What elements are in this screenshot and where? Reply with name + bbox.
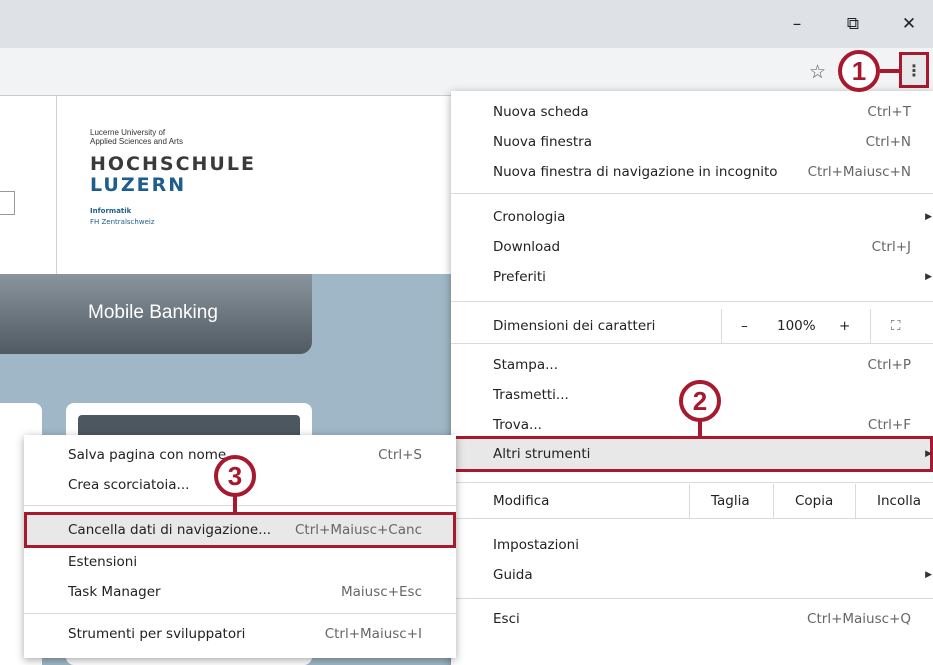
browser-toolbar: ☆ <box>0 48 933 96</box>
menu-item-label: Nuova finestra <box>493 134 592 150</box>
mobile-banking-label: Mobile Banking <box>88 302 218 323</box>
minimize-icon[interactable]: – <box>774 0 820 48</box>
logo-dept: Informatik <box>90 207 132 215</box>
submenu-item-clear-browsing-data[interactable]: Cancella dati di navigazione... Ctrl+Mai… <box>24 515 456 545</box>
menu-item-label: Download <box>493 239 561 255</box>
menu-item-shortcut: Ctrl+T <box>867 104 911 120</box>
menu-item-label: Preferiti <box>493 269 546 285</box>
menu-item-label: Altri strumenti <box>493 446 591 462</box>
menu-item-label: Guida <box>493 567 533 583</box>
edit-divider <box>855 484 856 518</box>
menu-item-label: Modifica <box>493 493 550 509</box>
submenu-item-task-manager[interactable]: Task Manager Maiusc+Esc <box>24 577 456 607</box>
cut-button[interactable]: Taglia <box>711 493 750 509</box>
menu-separator <box>24 505 456 506</box>
menu-item-label: Nuova scheda <box>493 104 589 120</box>
menu-item-label: Cronologia <box>493 209 566 225</box>
zoom-divider <box>721 309 722 343</box>
menu-item-shortcut: Ctrl+S <box>378 447 422 463</box>
menu-separator <box>24 613 456 614</box>
menu-separator <box>451 301 933 302</box>
callout-one: 1 <box>838 50 880 92</box>
menu-separator <box>451 343 933 344</box>
menu-item-label: Salva pagina con nome... <box>68 447 240 463</box>
menu-item-label: Dimensioni dei caratteri <box>493 318 656 334</box>
menu-item-shortcut: Ctrl+Maiusc+N <box>807 164 911 180</box>
edit-divider <box>689 484 690 518</box>
submenu-item-dev-tools[interactable]: Strumenti per sviluppatori Ctrl+Maiusc+I <box>24 619 456 649</box>
chrome-menu-button[interactable]: ⋮ <box>899 52 929 88</box>
menu-separator <box>451 482 933 483</box>
fullscreen-icon[interactable]: ⛶ <box>891 318 900 334</box>
menu-item-shortcut: Ctrl+N <box>865 134 911 150</box>
copy-button[interactable]: Copia <box>795 493 833 509</box>
paste-button[interactable]: Incolla <box>877 493 921 509</box>
menu-item-shortcut: Ctrl+Maiusc+Canc <box>294 522 422 538</box>
menu-item-label: Cancella dati di navigazione... <box>68 522 272 538</box>
logo-title-blue: LUZERN <box>90 174 187 196</box>
menu-item-downloads[interactable]: Download Ctrl+J <box>451 232 933 262</box>
restore-icon[interactable]: ⧉ <box>830 0 876 48</box>
menu-item-shortcut: Ctrl+F <box>867 417 911 433</box>
menu-item-zoom: Dimensioni dei caratteri – 100% + ⛶ <box>451 309 933 343</box>
callout-three: 3 <box>214 455 256 497</box>
zoom-in-button[interactable]: + <box>839 318 850 334</box>
header-divider <box>56 96 57 274</box>
zoom-value: 100% <box>777 318 816 334</box>
bookmark-star-icon[interactable]: ☆ <box>809 61 826 83</box>
menu-item-shortcut: Ctrl+P <box>867 357 911 373</box>
zoom-divider <box>870 309 871 343</box>
menu-item-more-tools[interactable]: Altri strumenti ▶ <box>451 439 933 469</box>
menu-item-shortcut: Ctrl+J <box>871 239 911 255</box>
menu-separator <box>451 193 933 194</box>
zoom-out-button[interactable]: – <box>741 318 748 334</box>
menu-item-help[interactable]: Guida ▶ <box>451 560 933 590</box>
callout-connector <box>880 69 900 73</box>
menu-item-edit: Modifica Taglia Copia Incolla <box>451 484 933 518</box>
menu-item-label: Strumenti per sviluppatori <box>68 626 246 642</box>
logo-title: HOCHSCHULE <box>90 153 256 175</box>
logo-line: Lucerne University of <box>90 128 166 137</box>
menu-item-print[interactable]: Stampa... Ctrl+P <box>451 350 933 380</box>
menu-item-label: Impostazioni <box>493 537 579 553</box>
menu-separator <box>451 518 933 519</box>
edit-divider <box>773 484 774 518</box>
menu-item-history[interactable]: Cronologia ▶ <box>451 202 933 232</box>
submenu-arrow-icon: ▶ <box>925 449 932 459</box>
submenu-arrow-icon: ▶ <box>925 570 932 580</box>
menu-item-label: Trasmetti... <box>493 387 569 403</box>
submenu-arrow-icon: ▶ <box>925 212 932 222</box>
menu-item-settings[interactable]: Impostazioni <box>451 530 933 560</box>
mobile-banking-button[interactable]: Mobile Banking <box>0 274 312 354</box>
menu-item-label: Esci <box>493 611 520 627</box>
menu-item-label: Nuova finestra di navigazione in incogni… <box>493 164 778 180</box>
menu-item-shortcut: Ctrl+Maiusc+Q <box>807 611 911 627</box>
menu-item-label: Stampa... <box>493 357 559 373</box>
menu-item-bookmarks[interactable]: Preferiti ▶ <box>451 262 933 292</box>
menu-item-label: Trova... <box>493 417 542 433</box>
logo-line: Applied Sciences and Arts <box>90 137 183 146</box>
menu-item-new-window[interactable]: Nuova finestra Ctrl+N <box>451 127 933 157</box>
logo-dept: FH Zentralschweiz <box>90 218 155 226</box>
callout-two: 2 <box>679 380 721 422</box>
menu-item-label: Task Manager <box>68 584 161 600</box>
menu-item-shortcut: Ctrl+Maiusc+I <box>324 626 422 642</box>
hslu-logo[interactable]: Lucerne University of Applied Sciences a… <box>90 128 256 228</box>
submenu-item-extensions[interactable]: Estensioni <box>24 547 456 577</box>
menu-item-label: Crea scorciatoia... <box>68 477 190 493</box>
menu-separator <box>451 598 933 599</box>
search-input[interactable] <box>0 191 15 215</box>
menu-item-incognito[interactable]: Nuova finestra di navigazione in incogni… <box>451 157 933 187</box>
submenu-arrow-icon: ▶ <box>925 272 932 282</box>
close-icon[interactable]: ✕ <box>886 0 932 48</box>
title-bar: – ⧉ ✕ <box>0 0 933 48</box>
chrome-main-menu: Nuova scheda Ctrl+T Nuova finestra Ctrl+… <box>451 91 933 665</box>
menu-item-shortcut: Maiusc+Esc <box>341 584 422 600</box>
menu-item-new-tab[interactable]: Nuova scheda Ctrl+T <box>451 97 933 127</box>
menu-item-label: Estensioni <box>68 554 138 570</box>
menu-item-exit[interactable]: Esci Ctrl+Maiusc+Q <box>451 604 933 634</box>
